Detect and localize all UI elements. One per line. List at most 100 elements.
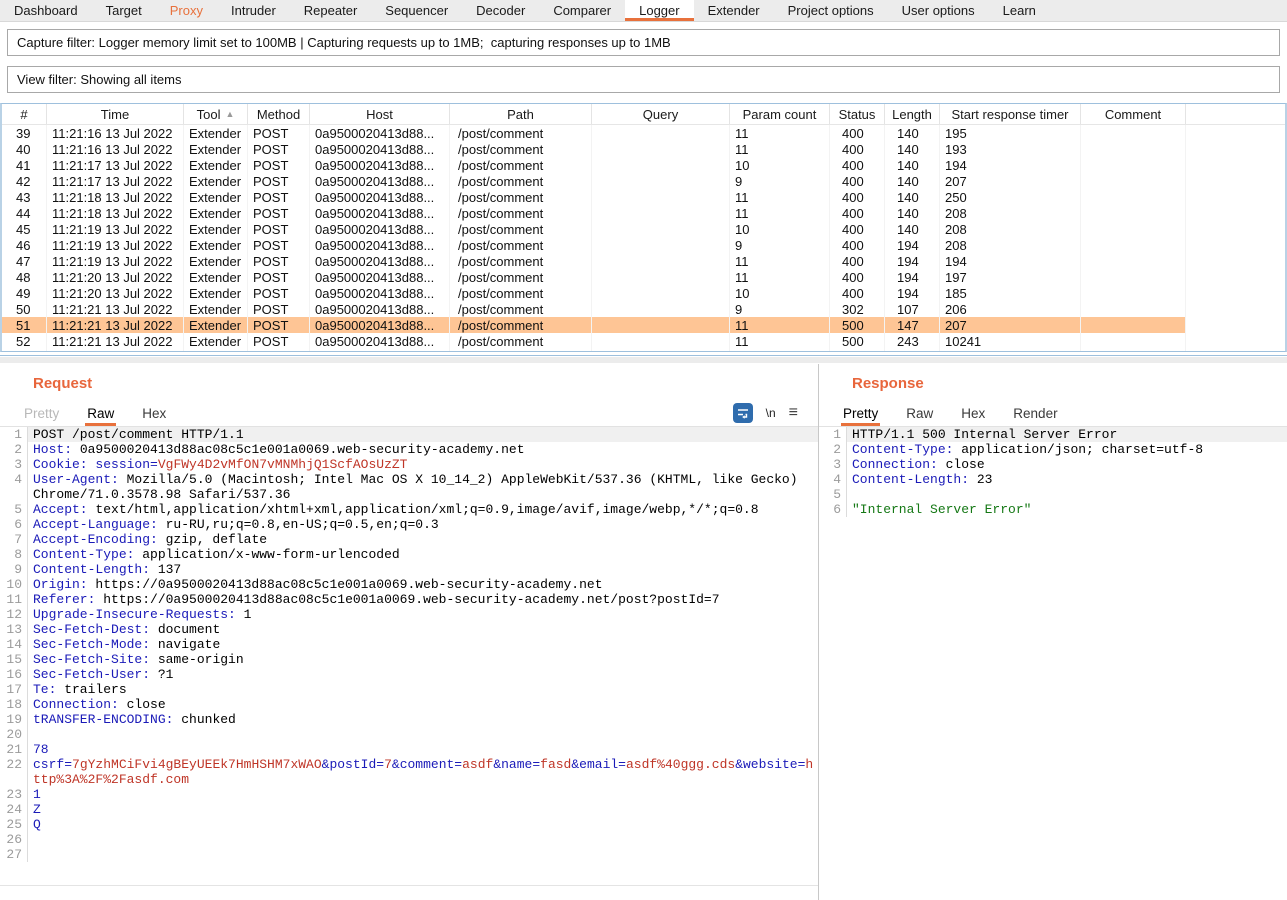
menu-tab-repeater[interactable]: Repeater	[290, 0, 371, 21]
table-row[interactable]: 4511:21:19 13 Jul 2022ExtenderPOST0a9500…	[2, 221, 1186, 237]
cell-param-count: 9	[730, 237, 830, 253]
request-editor[interactable]: 1POST /post/comment HTTP/1.12Host: 0a950…	[0, 427, 818, 886]
column-header-comment[interactable]: Comment	[1081, 104, 1186, 124]
view-filter-bar[interactable]: View filter: Showing all items	[7, 66, 1280, 93]
split-bar[interactable]	[0, 357, 1287, 363]
column-header-host[interactable]: Host	[310, 104, 450, 124]
menu-tab-extender[interactable]: Extender	[694, 0, 774, 21]
cell-length: 140	[885, 173, 940, 189]
menu-tab-target[interactable]: Target	[92, 0, 156, 21]
line-number: 10	[0, 577, 27, 592]
request-tab-hex[interactable]: Hex	[140, 400, 168, 426]
cell-tool: Extender	[184, 317, 248, 333]
menu-tab-user-options[interactable]: User options	[888, 0, 989, 21]
table-row[interactable]: 4211:21:17 13 Jul 2022ExtenderPOST0a9500…	[2, 173, 1186, 189]
cell-start-response-timer: 207	[940, 317, 1081, 333]
column-header-status[interactable]: Status	[830, 104, 885, 124]
response-tab-pretty[interactable]: Pretty	[841, 400, 880, 426]
column-header-start-response-timer[interactable]: Start response timer	[940, 104, 1081, 124]
column-header-path[interactable]: Path	[450, 104, 592, 124]
cell-path: /post/comment	[450, 125, 592, 141]
column-header-time[interactable]: Time	[47, 104, 184, 124]
cell-: 50	[2, 301, 47, 317]
menu-tab-proxy[interactable]: Proxy	[156, 0, 217, 21]
menu-tab-dashboard[interactable]: Dashboard	[0, 0, 92, 21]
line-number: 20	[0, 727, 27, 742]
cell-path: /post/comment	[450, 253, 592, 269]
capture-filter-bar[interactable]: Capture filter: Logger memory limit set …	[7, 29, 1280, 56]
editor-menu-icon[interactable]: ≡	[789, 405, 798, 421]
response-tab-hex[interactable]: Hex	[959, 400, 987, 426]
wrap-toggle-button[interactable]	[733, 403, 753, 423]
split-divider[interactable]	[0, 355, 1287, 356]
newline-toggle-icon[interactable]: \n	[766, 406, 776, 420]
cell-comment	[1081, 269, 1186, 285]
response-tab-render[interactable]: Render	[1011, 400, 1059, 426]
cell-path: /post/comment	[450, 189, 592, 205]
table-row[interactable]: 5311:21:22 13 Jul 2022ExtenderPOST0a9500…	[2, 349, 1186, 352]
table-row[interactable]: 4311:21:18 13 Jul 2022ExtenderPOST0a9500…	[2, 189, 1186, 205]
column-header-method[interactable]: Method	[248, 104, 310, 124]
menu-tab-project-options[interactable]: Project options	[774, 0, 888, 21]
editor-line: 24Z	[0, 802, 818, 817]
response-editor[interactable]: 1HTTP/1.1 500 Internal Server Error2Cont…	[819, 427, 1287, 886]
line-number: 6	[819, 502, 846, 517]
cell-param-count: 11	[730, 205, 830, 221]
cell-: 44	[2, 205, 47, 221]
table-row[interactable]: 5111:21:21 13 Jul 2022ExtenderPOST0a9500…	[2, 317, 1186, 333]
cell-method: POST	[248, 189, 310, 205]
request-tab-raw[interactable]: Raw	[85, 400, 116, 426]
table-row[interactable]: 4911:21:20 13 Jul 2022ExtenderPOST0a9500…	[2, 285, 1186, 301]
column-header-length[interactable]: Length	[885, 104, 940, 124]
menu-tab-learn[interactable]: Learn	[989, 0, 1050, 21]
menu-tab-logger[interactable]: Logger	[625, 0, 693, 21]
menu-tab-sequencer[interactable]: Sequencer	[371, 0, 462, 21]
cell-param-count: 11	[730, 141, 830, 157]
table-row[interactable]: 4711:21:19 13 Jul 2022ExtenderPOST0a9500…	[2, 253, 1186, 269]
editor-line: 27	[0, 847, 818, 862]
table-row[interactable]: 4411:21:18 13 Jul 2022ExtenderPOST0a9500…	[2, 205, 1186, 221]
line-number: 27	[0, 847, 27, 862]
column-header-param-count[interactable]: Param count	[730, 104, 830, 124]
cell-query	[592, 189, 730, 205]
request-tab-pretty[interactable]: Pretty	[22, 400, 61, 426]
cell-method: POST	[248, 237, 310, 253]
cell-param-count: 11	[730, 269, 830, 285]
table-row[interactable]: 4111:21:17 13 Jul 2022ExtenderPOST0a9500…	[2, 157, 1186, 173]
cell-param-count: 9	[730, 301, 830, 317]
cell-method: POST	[248, 157, 310, 173]
cell-method: POST	[248, 285, 310, 301]
editor-line: 4Content-Length: 23	[819, 472, 1287, 487]
cell-status: 400	[830, 221, 885, 237]
response-tab-raw[interactable]: Raw	[904, 400, 935, 426]
table-row[interactable]: 5211:21:21 13 Jul 2022ExtenderPOST0a9500…	[2, 333, 1186, 349]
editor-line: 7Accept-Encoding: gzip, deflate	[0, 532, 818, 547]
cell-host: 0a9500020413d88...	[310, 285, 450, 301]
column-header-query[interactable]: Query	[592, 104, 730, 124]
line-number: 6	[0, 517, 27, 532]
menu-tab-comparer[interactable]: Comparer	[539, 0, 625, 21]
menu-tab-intruder[interactable]: Intruder	[217, 0, 290, 21]
sort-asc-icon: ▲	[225, 109, 234, 119]
cell-start-response-timer: 208	[940, 205, 1081, 221]
cell-comment	[1081, 157, 1186, 173]
cell-: 41	[2, 157, 47, 173]
cell-param-count: 11	[730, 253, 830, 269]
column-header-[interactable]: #	[2, 104, 47, 124]
table-row[interactable]: 3911:21:16 13 Jul 2022ExtenderPOST0a9500…	[2, 125, 1186, 141]
table-row[interactable]: 4811:21:20 13 Jul 2022ExtenderPOST0a9500…	[2, 269, 1186, 285]
log-table-body: 3911:21:16 13 Jul 2022ExtenderPOST0a9500…	[2, 125, 1285, 352]
table-row[interactable]: 4611:21:19 13 Jul 2022ExtenderPOST0a9500…	[2, 237, 1186, 253]
cell-query	[592, 253, 730, 269]
table-row[interactable]: 5011:21:21 13 Jul 2022ExtenderPOST0a9500…	[2, 301, 1186, 317]
menu-tab-decoder[interactable]: Decoder	[462, 0, 539, 21]
editor-line: 6Accept-Language: ru-RU,ru;q=0.8,en-US;q…	[0, 517, 818, 532]
table-row[interactable]: 4011:21:16 13 Jul 2022ExtenderPOST0a9500…	[2, 141, 1186, 157]
cell-host: 0a9500020413d88...	[310, 125, 450, 141]
cell-comment	[1081, 333, 1186, 349]
line-number: 1	[0, 427, 27, 442]
cell-length: 194	[885, 253, 940, 269]
cell-time: 11:21:21 13 Jul 2022	[47, 333, 184, 349]
cell-status: 400	[830, 269, 885, 285]
column-header-tool[interactable]: Tool▲	[184, 104, 248, 124]
